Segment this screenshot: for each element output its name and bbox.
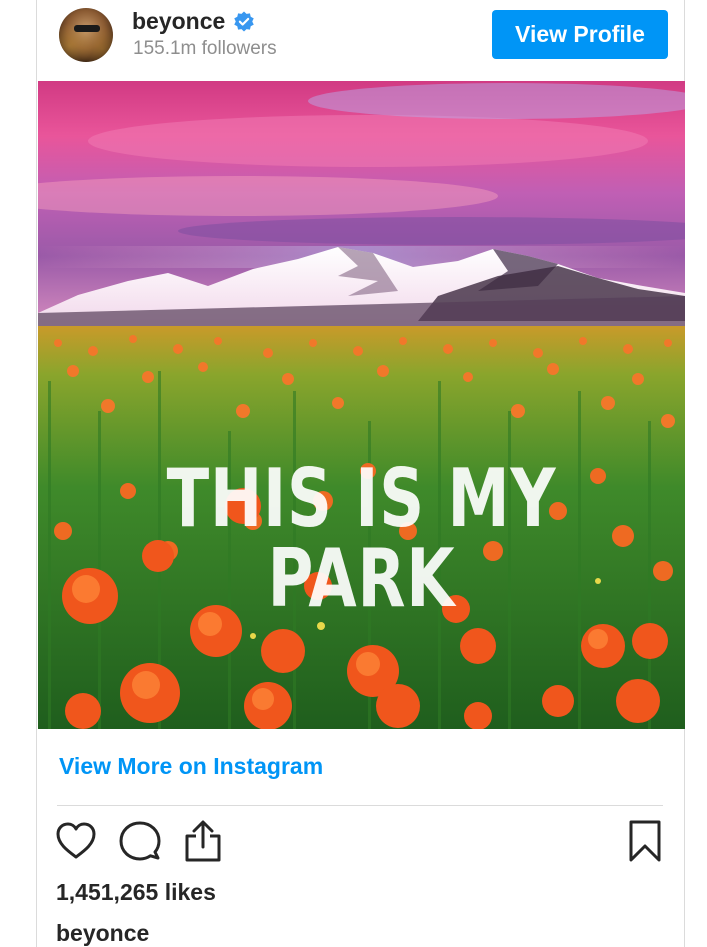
avatar[interactable]: [59, 8, 113, 62]
avatar-sunglasses: [74, 25, 100, 32]
username[interactable]: beyonce: [132, 8, 225, 35]
follower-count: 155.1m followers: [133, 38, 277, 59]
caption-username[interactable]: beyonce: [56, 920, 149, 947]
instagram-embed-card: beyonce 155.1m followers View Profile TH…: [36, 0, 685, 947]
view-more-on-instagram-link[interactable]: View More on Instagram: [59, 753, 323, 780]
comment-icon[interactable]: [118, 819, 162, 863]
post-overlay-text: THIS IS MY PARK: [166, 452, 557, 625]
bookmark-icon[interactable]: [627, 819, 663, 863]
avatar-hair: [59, 8, 113, 62]
username-row: beyonce: [132, 8, 255, 35]
verified-badge-icon: [233, 11, 255, 33]
view-profile-button[interactable]: View Profile: [492, 10, 668, 59]
divider: [57, 805, 663, 806]
heart-icon[interactable]: [54, 820, 98, 860]
post-header: beyonce 155.1m followers View Profile: [37, 0, 684, 78]
post-image-artwork: [38, 81, 685, 729]
like-count[interactable]: 1,451,265 likes: [56, 879, 216, 906]
page: beyonce 155.1m followers View Profile TH…: [0, 0, 707, 947]
share-icon[interactable]: [183, 819, 223, 863]
post-image[interactable]: THIS IS MY PARK: [38, 81, 685, 729]
